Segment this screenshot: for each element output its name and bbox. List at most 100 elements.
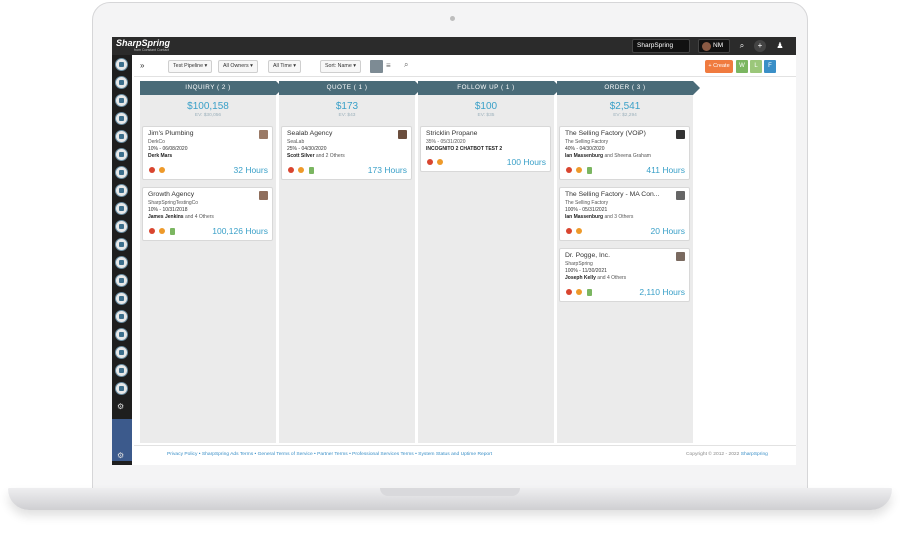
create-button[interactable]: + Create — [705, 60, 733, 73]
stage-column-inquiry: INQUIRY ( 2 ) $100,158 EV: $30,056 Jim's… — [140, 81, 283, 443]
list-view-icon[interactable]: ≡ — [386, 61, 391, 70]
card-company: DerkCo — [148, 139, 165, 145]
sidebar-item-security[interactable] — [115, 184, 128, 197]
stage-header: QUOTE ( 1 ) — [279, 81, 422, 95]
card-title[interactable]: Sealab Agency — [287, 130, 332, 137]
clock-icon[interactable] — [298, 167, 304, 173]
brand-button[interactable]: SharpSpring — [632, 39, 690, 53]
add-icon[interactable]: + — [754, 40, 766, 52]
clock-icon[interactable] — [437, 159, 443, 165]
alert-icon[interactable] — [566, 167, 572, 173]
pipeline-toolbar: » Test Pipeline ▾ All Owners ▾ All Time … — [134, 57, 796, 77]
alert-icon[interactable] — [149, 167, 155, 173]
clock-icon[interactable] — [159, 228, 165, 234]
sidebar-item-blog[interactable] — [115, 346, 128, 359]
sidebar-item-chat[interactable] — [115, 382, 128, 395]
opportunity-card[interactable]: Jim's Plumbing DerkCo 10% - 06/08/2020 D… — [142, 126, 273, 180]
card-hours: 173 Hours — [367, 165, 407, 175]
document-icon[interactable] — [170, 228, 175, 235]
document-icon[interactable] — [587, 289, 592, 296]
document-icon[interactable] — [587, 167, 592, 174]
card-owners: James Jenkins and 4 Others — [148, 214, 214, 220]
clock-icon[interactable] — [576, 167, 582, 173]
lost-filter-button[interactable]: L — [750, 60, 762, 73]
sort-select[interactable]: Sort: Name ▾ — [320, 60, 361, 73]
stage-column-quote: QUOTE ( 1 ) $173 EV: $43 Sealab Agency S… — [279, 81, 422, 443]
avatar — [259, 130, 268, 139]
stage-column-follow-up: FOLLOW UP ( 1 ) $100 EV: $35 Stricklin P… — [418, 81, 561, 443]
copyright-link[interactable]: SharpSpring — [741, 452, 768, 457]
sidebar-item-media[interactable] — [115, 220, 128, 233]
app-logo[interactable]: SharpSpring — [116, 38, 170, 48]
copyright: Copyright © 2012 - 2022 SharpSpring — [686, 452, 768, 457]
user-menu-button[interactable]: NM — [698, 39, 730, 53]
card-title[interactable]: The Selling Factory - MA Con... — [565, 191, 659, 198]
pipeline-select[interactable]: Test Pipeline ▾ — [168, 60, 213, 73]
card-title[interactable]: Growth Agency — [148, 191, 194, 198]
card-owners: Joseph Kelly and 4 Others — [565, 275, 627, 281]
alert-icon[interactable] — [288, 167, 294, 173]
sidebar-item-ads[interactable] — [115, 364, 128, 377]
sidebar-item-analytics[interactable] — [115, 274, 128, 287]
sidebar: ⚙ ⚙ — [112, 55, 132, 465]
footer-links[interactable]: Privacy Policy • SharpSpring Ads Terms •… — [167, 452, 492, 457]
stage-total: $100 — [474, 101, 498, 112]
card-owners: Scott Silver and 2 Others — [287, 153, 345, 159]
clock-icon[interactable] — [576, 228, 582, 234]
search-icon[interactable]: ⌕ — [736, 40, 748, 52]
sidebar-item-reports[interactable] — [115, 166, 128, 179]
sidebar-item-tools[interactable] — [115, 202, 128, 215]
sidebar-item-tasks[interactable] — [115, 256, 128, 269]
time-select[interactable]: All Time ▾ — [268, 60, 301, 73]
pipeline-board: INQUIRY ( 2 ) $100,158 EV: $30,056 Jim's… — [140, 81, 700, 443]
clock-icon[interactable] — [159, 167, 165, 173]
card-probability-date: 35% - 05/31/2020 — [426, 139, 466, 145]
alert-icon[interactable] — [427, 159, 433, 165]
stage-ev: EV: $35 — [477, 113, 495, 118]
clock-icon[interactable] — [576, 289, 582, 295]
sidebar-item-flows[interactable] — [115, 130, 128, 143]
card-title[interactable]: Jim's Plumbing — [148, 130, 194, 137]
sidebar-item-social[interactable] — [115, 310, 128, 323]
stage-ev: EV: $2,294 — [613, 113, 637, 118]
opportunity-card[interactable]: Growth Agency SharpSpringTestingCo 10% -… — [142, 187, 273, 241]
card-title[interactable]: The Selling Factory (VOiP) — [565, 130, 646, 137]
sidebar-item-mobile[interactable] — [115, 94, 128, 107]
sidebar-item-home[interactable] — [115, 58, 128, 71]
forecast-filter-button[interactable]: F — [764, 60, 776, 73]
alert-icon[interactable] — [149, 228, 155, 234]
avatar — [676, 252, 685, 261]
stage-total: $2,541 — [609, 101, 641, 112]
card-owners: INCOGNITO 2 CHATBOT TEST 2 — [426, 146, 503, 152]
opportunity-card[interactable]: The Selling Factory (VOiP) The Selling F… — [559, 126, 690, 180]
sidebar-item-forms[interactable] — [115, 238, 128, 251]
card-title[interactable]: Stricklin Propane — [426, 130, 477, 137]
sidebar-item-pipeline[interactable] — [115, 292, 128, 305]
opportunity-card[interactable]: The Selling Factory - MA Con... The Sell… — [559, 187, 690, 241]
document-icon[interactable] — [309, 167, 314, 174]
help-person-icon[interactable]: ♟ — [774, 40, 786, 52]
sidebar-item-landing[interactable] — [115, 328, 128, 341]
opportunity-card[interactable]: Dr. Pogge, Inc. SharpSpring 100% - 11/30… — [559, 248, 690, 302]
gear-icon[interactable]: ⚙ — [117, 402, 124, 411]
top-bar: SharpSpring from Constant Contact SharpS… — [112, 37, 796, 55]
card-title[interactable]: Dr. Pogge, Inc. — [565, 252, 610, 259]
opportunity-card[interactable]: Sealab Agency SeaLab 25% - 04/30/2020 Sc… — [281, 126, 412, 180]
card-probability-date: 25% - 04/30/2020 — [287, 146, 327, 152]
grid-view-icon[interactable] — [370, 60, 383, 73]
logo-subtitle: from Constant Contact — [134, 48, 170, 52]
sidebar-item-dashboard[interactable] — [115, 76, 128, 89]
sidebar-item-contacts[interactable] — [115, 112, 128, 125]
card-owners: Ian Massenburg and 3 Others — [565, 214, 634, 220]
sidebar-item-calendar[interactable] — [115, 148, 128, 161]
alert-icon[interactable] — [566, 289, 572, 295]
expand-button[interactable]: » — [136, 60, 148, 73]
settings-gear-icon[interactable]: ⚙ — [117, 451, 124, 460]
owners-select[interactable]: All Owners ▾ — [218, 60, 258, 73]
search-icon[interactable]: ⌕ — [404, 60, 408, 70]
won-filter-button[interactable]: W — [736, 60, 748, 73]
alert-icon[interactable] — [566, 228, 572, 234]
opportunity-card[interactable]: Stricklin Propane 35% - 05/31/2020 INCOG… — [420, 126, 551, 172]
avatar — [702, 42, 711, 51]
avatar — [398, 130, 407, 139]
